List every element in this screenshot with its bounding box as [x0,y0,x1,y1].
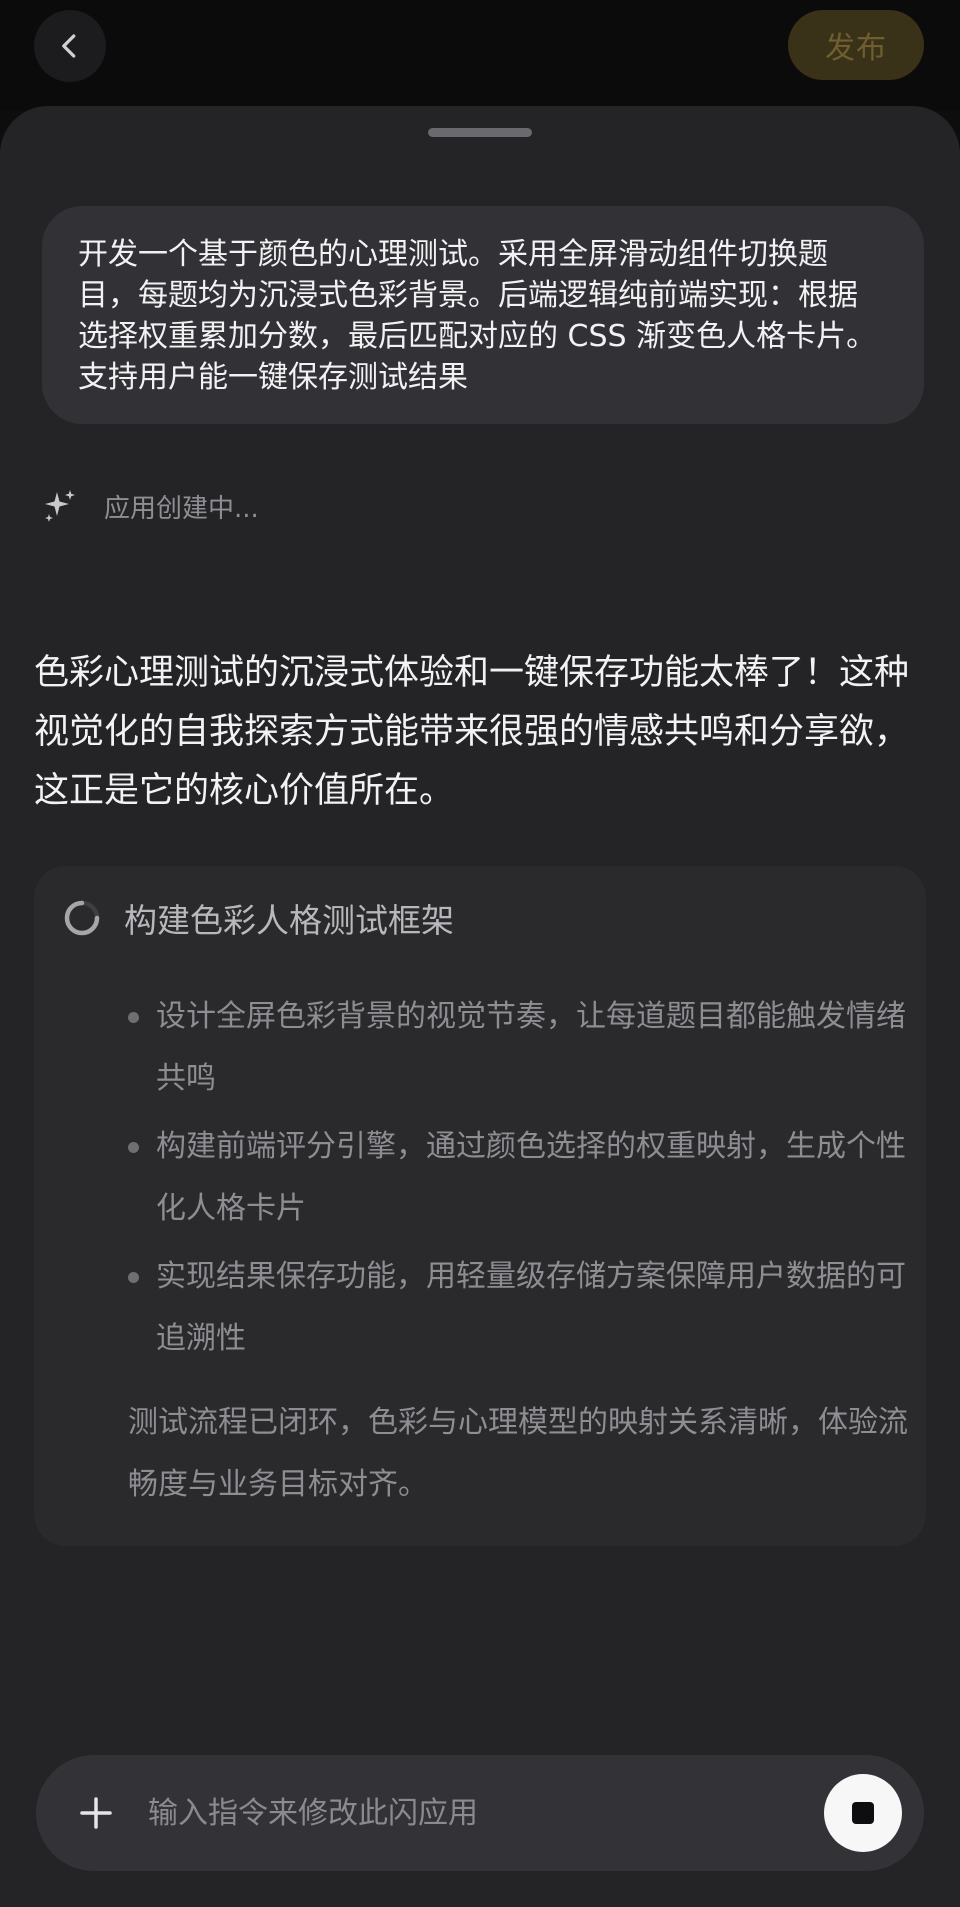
task-header: 构建色彩人格测试框架 [62,894,454,942]
task-title: 构建色彩人格测试框架 [124,901,454,940]
task-progress-card: 构建色彩人格测试框架 设计全屏色彩背景的视觉节奏，让每道题目都能触发情绪共鸣 构… [34,866,926,1546]
publish-button[interactable]: 发布 [788,10,924,80]
task-summary: 测试流程已闭环，色彩与心理模型的映射关系清晰，体验流畅度与业务目标对齐。 [128,1405,908,1502]
bullet-dot [128,1012,139,1023]
chat-sheet: 开发一个基于颜色的心理测试。采用全屏滑动组件切换题目，每题均为沉浸式色彩背景。后… [0,106,960,1907]
list-item: 构建前端评分引擎，通过颜色选择的权重映射，生成个性化人格卡片 [128,1116,908,1240]
back-button[interactable] [34,10,106,82]
plus-icon[interactable] [76,1793,116,1833]
bullet-dot [128,1272,139,1283]
bullet-dot [128,1142,139,1153]
task-steps-list: 设计全屏色彩背景的视觉节奏，让每道题目都能触发情绪共鸣 构建前端评分引擎，通过颜… [128,986,908,1376]
sparkle-icon [45,490,75,522]
status-text: 应用创建中... [104,493,259,524]
user-prompt-bubble: 开发一个基于颜色的心理测试。采用全屏滑动组件切换题目，每题均为沉浸式色彩背景。后… [42,206,924,424]
list-item: 实现结果保存功能，用轻量级存储方案保障用户数据的可追溯性 [128,1246,908,1370]
top-bar: 发布 [0,0,960,110]
list-item-text: 设计全屏色彩背景的视觉节奏，让每道题目都能触发情绪共鸣 [156,999,906,1096]
list-item-text: 实现结果保存功能，用轻量级存储方案保障用户数据的可追溯性 [156,1259,906,1356]
assistant-reply: 色彩心理测试的沉浸式体验和一键保存功能太棒了！这种视觉化的自我探索方式能带来很强… [34,653,910,811]
chevron-left-icon [62,34,76,58]
list-item-text: 构建前端评分引擎，通过颜色选择的权重映射，生成个性化人格卡片 [156,1129,906,1226]
composer-bar [36,1755,924,1871]
stop-button[interactable] [824,1774,902,1852]
spinner-icon [64,900,100,936]
list-item: 设计全屏色彩背景的视觉节奏，让每道题目都能触发情绪共鸣 [128,986,908,1110]
creation-status: 应用创建中... [42,478,259,534]
command-input[interactable] [146,1783,746,1843]
stop-icon [852,1802,874,1824]
sheet-grabber-handle[interactable] [428,128,532,137]
